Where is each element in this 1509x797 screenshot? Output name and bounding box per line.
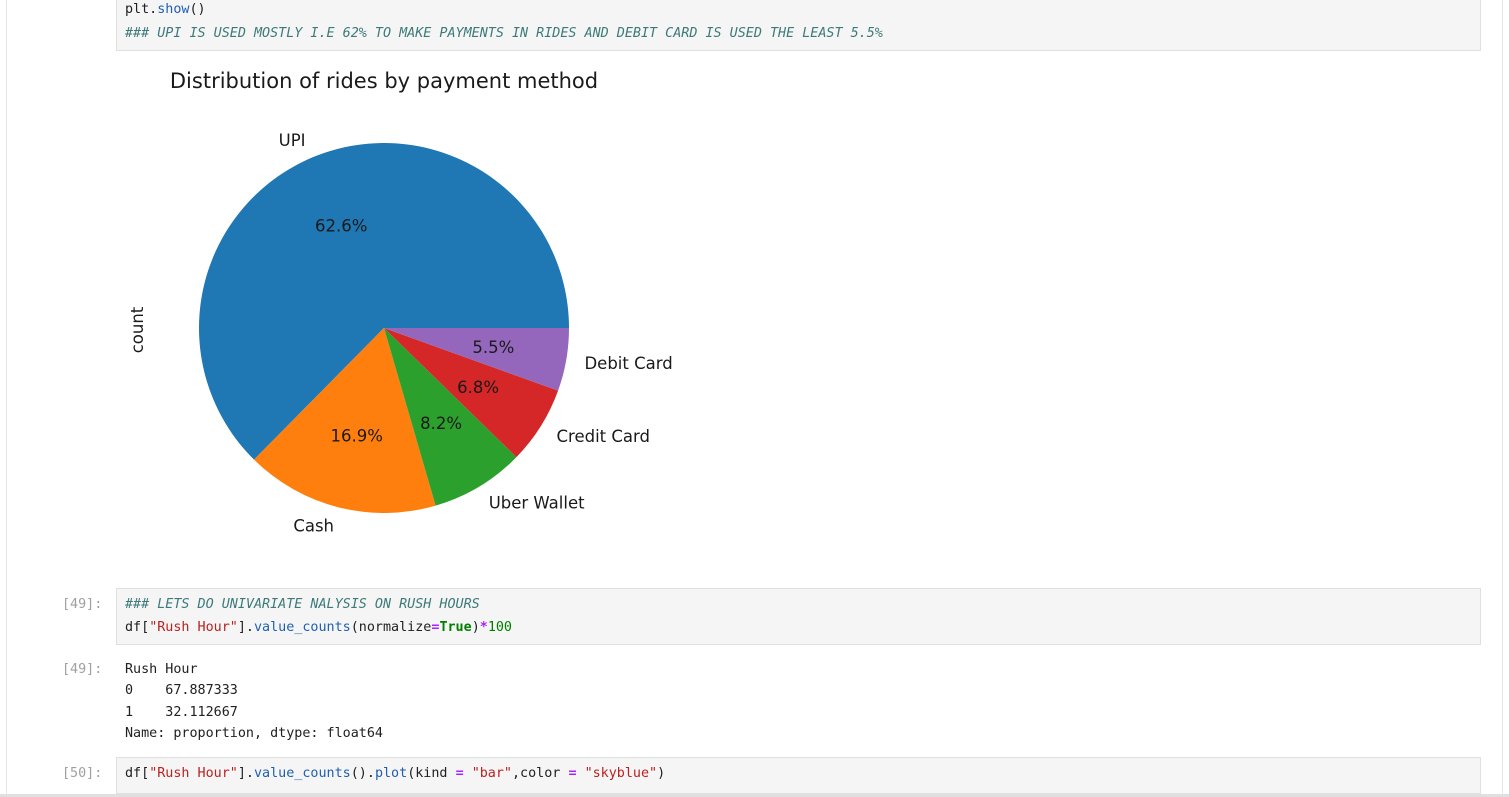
pie-category-label: Uber Wallet [489,494,585,513]
pie-percent-label: 8.2% [420,414,462,433]
output-line: 0 67.887333 [125,683,238,698]
code-comment-upi: ### UPI IS USED MOSTLY I.E 62% TO MAKE P… [125,26,883,41]
pie-slices: 62.6% UPI 16.9% Cash 8.2% Uber Wallet 6.8% Cred… [199,131,673,535]
pie-percent-label: 16.9% [331,427,383,446]
notebook-right-border [1502,0,1503,797]
code-line-value-counts: df["Rush Hour"].value_counts(normalize=T… [125,620,512,635]
pie-percent-label: 62.6% [315,217,367,236]
cell-50-input-prompt: [50]: [62,766,103,781]
pie-chart: Distribution of rides by payment method … [128,69,673,535]
chart-title: Distribution of rides by payment method [170,69,598,93]
code-line-plot-bar: df["Rush Hour"].value_counts().plot(kind… [125,766,666,781]
pie-percent-label: 5.5% [472,338,514,357]
pie-category-label: Cash [293,516,334,535]
code-comment-rush-hours: ### LETS DO UNIVARIATE NALYSIS ON RUSH H… [125,597,480,612]
pie-category-label: Credit Card [557,427,650,446]
cell-49-input-prompt: [49]: [62,597,103,612]
cell-49-output-prompt: [49]: [62,662,103,677]
output-line: Name: proportion, dtype: float64 [125,726,383,741]
notebook-page: plt.show() ### UPI IS USED MOSTLY I.E 62… [0,0,1509,797]
code-cell-input-50[interactable]: df["Rush Hour"].value_counts().plot(kind… [116,757,1481,794]
pie-category-label: UPI [279,131,306,150]
code-line-plt-show: plt.show() [125,2,206,17]
pie-category-label: Debit Card [584,354,672,373]
code-cell-input-49[interactable]: ### LETS DO UNIVARIATE NALYSIS ON RUSH H… [116,588,1481,645]
notebook-left-border [6,0,7,797]
output-line: 1 32.112667 [125,705,238,720]
output-line: Rush Hour [125,662,198,677]
pie-percent-label: 6.8% [457,378,499,397]
chart-ylabel: count [128,306,147,353]
code-cell-input-top[interactable]: plt.show() ### UPI IS USED MOSTLY I.E 62… [116,0,1481,51]
